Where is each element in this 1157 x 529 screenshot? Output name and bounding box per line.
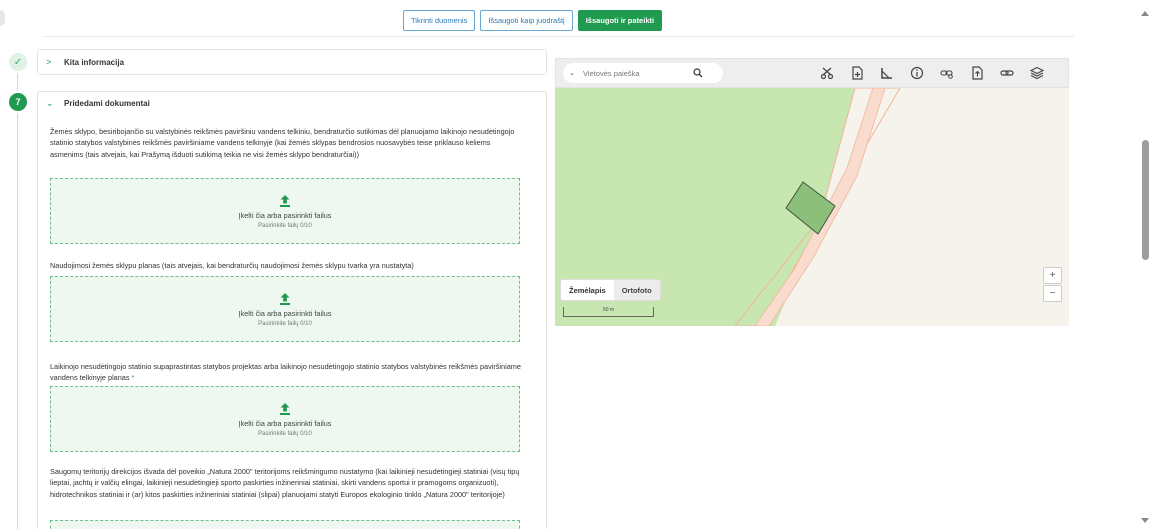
dropzone-count: Pasirinkite failų 0/10: [258, 222, 312, 229]
section-documents-header[interactable]: ⌄ Pridedami dokumentai: [37, 91, 547, 115]
section-title: Kita informacija: [64, 57, 125, 67]
step-connector: [17, 113, 18, 529]
tab-ortophoto[interactable]: Ortofoto: [613, 280, 660, 300]
scrollbar-thumb[interactable]: [1142, 140, 1149, 260]
check-data-button[interactable]: Tikrinti duomenis: [403, 10, 476, 31]
required-mark: *: [131, 373, 135, 383]
map-toolbar: ⌄: [555, 58, 1069, 88]
document-label: Žemės sklypo, besiribojančio su valstybi…: [50, 127, 515, 159]
measure-area-icon[interactable]: [879, 65, 895, 81]
file-add-icon[interactable]: [849, 65, 865, 81]
dropzone-count: Pasirinkite failų 0/10: [258, 320, 312, 327]
scale-bar: 50 m: [563, 307, 654, 317]
file-dropzone[interactable]: [50, 520, 520, 529]
scale-label: 50 m: [602, 307, 615, 313]
map-tools: [819, 65, 1045, 81]
scroll-down-arrow-icon[interactable]: [1141, 518, 1149, 523]
step-number: 7: [9, 93, 27, 111]
section-other-info-header[interactable]: > Kita informacija: [37, 49, 547, 75]
info-icon[interactable]: [909, 65, 925, 81]
layers-icon[interactable]: [1029, 65, 1045, 81]
dropzone-text: Įkelti čia arba pasirinkti failus: [238, 308, 332, 318]
chevron-right-icon: >: [46, 57, 52, 67]
document-label: Laikinojo nesudėtingojo statinio supapra…: [50, 362, 521, 383]
zoom-out-button[interactable]: −: [1043, 285, 1062, 302]
location-search-input[interactable]: [583, 68, 693, 78]
file-export-icon[interactable]: [969, 65, 985, 81]
dropzone-text: Įkelti čia arba pasirinkti failus: [238, 210, 332, 220]
map-layer-tabs: Žemėlapis Ortofoto: [560, 279, 661, 301]
step-complete-check-icon: ✓: [9, 53, 27, 71]
dropzone-count: Pasirinkite failų 0/10: [258, 430, 312, 437]
action-toolbar: Tikrinti duomenis Išsaugoti kaip juodraš…: [403, 10, 663, 31]
location-search: ⌄: [563, 63, 723, 83]
file-dropzone[interactable]: Įkelti čia arba pasirinkti failus Pasiri…: [50, 276, 520, 342]
tab-map[interactable]: Žemėlapis: [561, 280, 614, 300]
step-connector: [17, 73, 18, 91]
upload-icon: [280, 402, 290, 415]
link-search-icon[interactable]: [939, 65, 955, 81]
link-icon[interactable]: [999, 65, 1015, 81]
collapse-handle[interactable]: [0, 10, 5, 26]
save-submit-button[interactable]: Išsaugoti ir pateikti: [577, 10, 663, 31]
chevron-down-icon[interactable]: ⌄: [569, 69, 583, 77]
divider: [44, 36, 1074, 37]
document-label: Naudojimosi žemės sklypu planas (tais at…: [50, 261, 414, 270]
zoom-in-button[interactable]: +: [1043, 267, 1062, 284]
upload-icon: [280, 292, 290, 305]
file-dropzone[interactable]: Įkelti čia arba pasirinkti failus Pasiri…: [50, 386, 520, 452]
section-title: Pridedami dokumentai: [64, 99, 150, 108]
scroll-up-arrow-icon[interactable]: [1141, 11, 1149, 16]
document-label: Saugomų teritorijų direkcijos išvada dėl…: [50, 467, 520, 499]
search-icon[interactable]: [693, 68, 703, 78]
save-draft-button[interactable]: Išsaugoti kaip juodraštį: [480, 10, 573, 31]
scissors-icon[interactable]: [819, 65, 835, 81]
upload-icon: [280, 194, 290, 207]
dropzone-text: Įkelti čia arba pasirinkti failus: [238, 418, 332, 428]
file-dropzone[interactable]: Įkelti čia arba pasirinkti failus Pasiri…: [50, 178, 520, 244]
chevron-down-icon: ⌄: [46, 98, 54, 108]
